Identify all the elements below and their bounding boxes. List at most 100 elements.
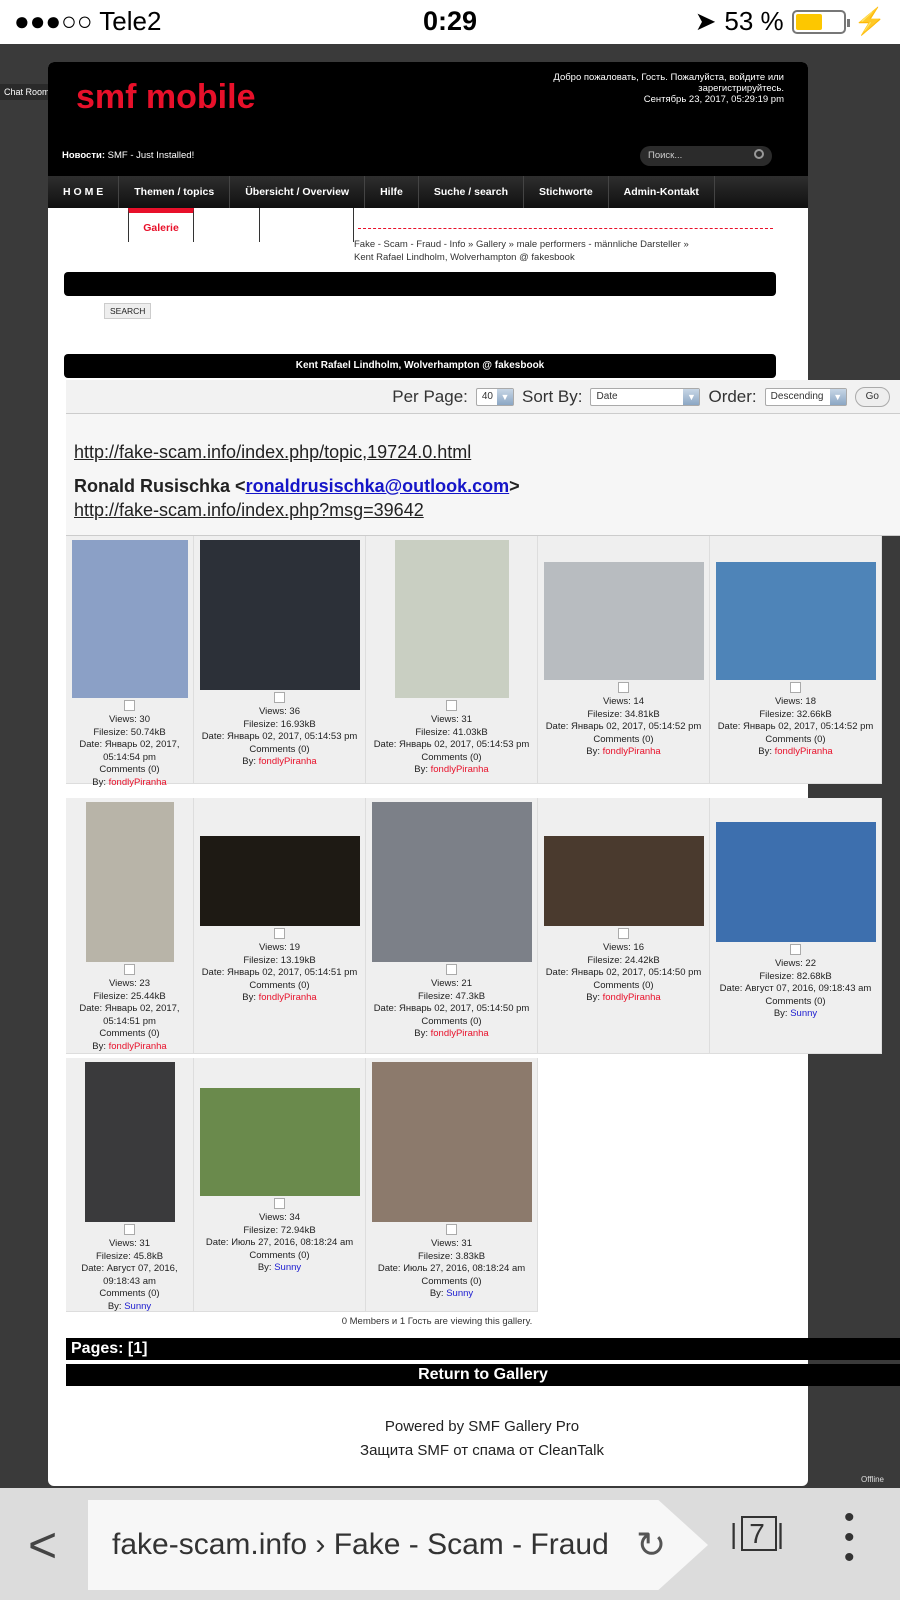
select-checkbox[interactable] bbox=[446, 1224, 457, 1235]
author-link[interactable]: Sunny bbox=[790, 1008, 817, 1019]
author-link[interactable]: Sunny bbox=[124, 1301, 151, 1312]
tab-empty[interactable] bbox=[260, 208, 354, 242]
gallery-item[interactable]: Views: 34 Filesize: 72.94kB Date: Июль 27,… bbox=[194, 1058, 366, 1312]
author-link[interactable]: fondlyPiranha bbox=[775, 746, 833, 757]
author-link[interactable]: Sunny bbox=[274, 1262, 301, 1273]
thumbnail-image[interactable] bbox=[199, 1088, 360, 1196]
return-to-gallery-link[interactable]: Return to Gallery bbox=[66, 1364, 900, 1386]
author-link[interactable]: fondlyPiranha bbox=[431, 764, 489, 775]
item-comments[interactable]: Comments (0) bbox=[194, 980, 365, 993]
author-link[interactable]: fondlyPiranha bbox=[259, 992, 317, 1003]
gallery-item[interactable]: Views: 14 Filesize: 34.81kB Date: Январь 0… bbox=[538, 536, 710, 784]
gallery-item[interactable]: Views: 31 Filesize: 45.8kB Date: Август 07… bbox=[66, 1058, 194, 1312]
select-checkbox[interactable] bbox=[124, 1224, 135, 1235]
gallery-item[interactable]: Views: 21 Filesize: 47.3kB Date: Январь 02… bbox=[366, 798, 538, 1054]
pagination[interactable]: Pages: [1] bbox=[66, 1338, 900, 1360]
gallery-item[interactable]: Views: 18 Filesize: 32.66kB Date: Январь 0… bbox=[710, 536, 882, 784]
order-select[interactable]: Descending ▼ bbox=[764, 387, 847, 406]
cleantalk-notice[interactable]: Защита SMF от спама от CleanTalk bbox=[66, 1442, 898, 1459]
author-link[interactable]: fondlyPiranha bbox=[109, 777, 167, 788]
gallery-item[interactable]: Views: 22 Filesize: 82.68kB Date: Август 0… bbox=[710, 798, 882, 1054]
gallery-item[interactable]: Views: 36 Filesize: 16.93kB Date: Январь 0… bbox=[194, 536, 366, 784]
go-button[interactable]: Go bbox=[854, 386, 890, 407]
back-icon[interactable]: < bbox=[28, 1516, 57, 1574]
menu-help[interactable]: Hilfe bbox=[365, 176, 419, 208]
tabs-button[interactable]: | 7 | bbox=[730, 1516, 788, 1551]
thumbnail-image[interactable] bbox=[199, 540, 360, 690]
menu-admin-contact[interactable]: Admin-Kontakt bbox=[609, 176, 715, 208]
gallery-item[interactable]: Views: 31 Filesize: 3.83kB Date: Июль 27, … bbox=[366, 1058, 538, 1312]
menu-overview[interactable]: Übersicht / Overview bbox=[230, 176, 366, 208]
address-bar[interactable]: fake-scam.info › Fake - Scam - Fraud ↻ bbox=[88, 1500, 708, 1590]
more-menu-icon[interactable]: • • • bbox=[844, 1503, 855, 1573]
author-link[interactable]: Sunny bbox=[446, 1288, 473, 1299]
thumbnail-image[interactable] bbox=[71, 540, 188, 698]
thumbnail-image[interactable] bbox=[543, 562, 704, 680]
author-link[interactable]: fondlyPiranha bbox=[603, 992, 661, 1003]
chat-room-tab[interactable]: Chat Room bbox=[0, 84, 54, 100]
header-search-input[interactable]: Поиск... bbox=[640, 146, 772, 166]
item-comments[interactable]: Comments (0) bbox=[538, 980, 709, 993]
item-comments[interactable]: Comments (0) bbox=[66, 1288, 193, 1301]
select-checkbox[interactable] bbox=[124, 964, 135, 975]
menu-topics[interactable]: Themen / topics bbox=[119, 176, 231, 208]
gallery-item[interactable]: Views: 23 Filesize: 25.44kB Date: Январь 0… bbox=[66, 798, 194, 1054]
tab-galerie[interactable]: Galerie bbox=[128, 208, 194, 242]
menu-tags[interactable]: Stichworte bbox=[524, 176, 609, 208]
breadcrumb-path[interactable]: Fake - Scam - Fraud - Info » Gallery » m… bbox=[354, 238, 734, 251]
message-link[interactable]: http://fake-scam.info/index.php?msg=3964… bbox=[74, 500, 424, 521]
tab-empty[interactable] bbox=[194, 208, 260, 242]
reload-icon[interactable]: ↻ bbox=[636, 1524, 666, 1566]
site-logo[interactable]: smf mobile bbox=[76, 78, 255, 117]
item-comments[interactable]: Comments (0) bbox=[366, 1016, 537, 1029]
breadcrumb-current[interactable]: Kent Rafael Lindholm, Wolverhampton @ fa… bbox=[354, 251, 734, 264]
thumbnail-image[interactable] bbox=[394, 540, 509, 698]
select-checkbox[interactable] bbox=[124, 700, 135, 711]
author-link[interactable]: fondlyPiranha bbox=[603, 746, 661, 757]
thumbnail-image[interactable] bbox=[199, 836, 360, 926]
select-checkbox[interactable] bbox=[618, 928, 629, 939]
gallery-item[interactable]: Views: 30 Filesize: 50.74kB Date: Январь 0… bbox=[66, 536, 194, 788]
select-checkbox[interactable] bbox=[446, 700, 457, 711]
select-checkbox[interactable] bbox=[274, 1198, 285, 1209]
author-link[interactable]: fondlyPiranha bbox=[259, 756, 317, 767]
topic-link[interactable]: http://fake-scam.info/index.php/topic,19… bbox=[74, 442, 471, 463]
item-comments[interactable]: Comments (0) bbox=[366, 1276, 537, 1289]
url-text[interactable]: fake-scam.info › Fake - Scam - Fraud bbox=[112, 1528, 612, 1562]
menu-home[interactable]: H O M E bbox=[48, 176, 120, 208]
select-checkbox[interactable] bbox=[790, 682, 801, 693]
menu-search[interactable]: Suche / search bbox=[419, 176, 524, 208]
item-comments[interactable]: Comments (0) bbox=[194, 744, 365, 757]
item-comments[interactable]: Comments (0) bbox=[710, 996, 881, 1009]
contact-email-link[interactable]: ronaldrusischka@outlook.com bbox=[246, 476, 510, 496]
search-icon[interactable] bbox=[754, 149, 764, 159]
thumbnail-image[interactable] bbox=[715, 822, 876, 942]
thumbnail-image[interactable] bbox=[543, 836, 704, 926]
thumbnail-image[interactable] bbox=[371, 1062, 532, 1222]
gallery-item[interactable]: Views: 19 Filesize: 13.19kB Date: Январь 0… bbox=[194, 798, 366, 1054]
select-checkbox[interactable] bbox=[274, 692, 285, 703]
thumbnail-image[interactable] bbox=[85, 802, 174, 962]
select-checkbox[interactable] bbox=[274, 928, 285, 939]
sort-by-select[interactable]: Date ▼ bbox=[590, 387, 701, 406]
thumbnail-image[interactable] bbox=[371, 802, 532, 962]
select-checkbox[interactable] bbox=[446, 964, 457, 975]
search-button[interactable]: SEARCH bbox=[104, 303, 152, 319]
thumbnail-image[interactable] bbox=[715, 562, 876, 680]
item-comments[interactable]: Comments (0) bbox=[366, 752, 537, 765]
item-comments[interactable]: Comments (0) bbox=[66, 1028, 193, 1041]
item-comments[interactable]: Comments (0) bbox=[538, 734, 709, 747]
author-link[interactable]: fondlyPiranha bbox=[431, 1028, 489, 1039]
author-link[interactable]: fondlyPiranha bbox=[109, 1041, 167, 1052]
item-comments[interactable]: Comments (0) bbox=[710, 734, 881, 747]
item-comments[interactable]: Comments (0) bbox=[66, 764, 193, 777]
powered-by[interactable]: Powered by SMF Gallery Pro bbox=[66, 1418, 898, 1435]
gallery-item[interactable]: Views: 31 Filesize: 41.03kB Date: Январь 0… bbox=[366, 536, 538, 784]
welcome-line[interactable]: зарегистрируйтесь. bbox=[504, 83, 784, 94]
gallery-item[interactable]: Views: 16 Filesize: 24.42kB Date: Январь 0… bbox=[538, 798, 710, 1054]
item-comments[interactable]: Comments (0) bbox=[194, 1250, 365, 1263]
select-checkbox[interactable] bbox=[790, 944, 801, 955]
thumbnail-image[interactable] bbox=[84, 1062, 175, 1222]
per-page-select[interactable]: 40 ▼ bbox=[475, 387, 514, 406]
select-checkbox[interactable] bbox=[618, 682, 629, 693]
